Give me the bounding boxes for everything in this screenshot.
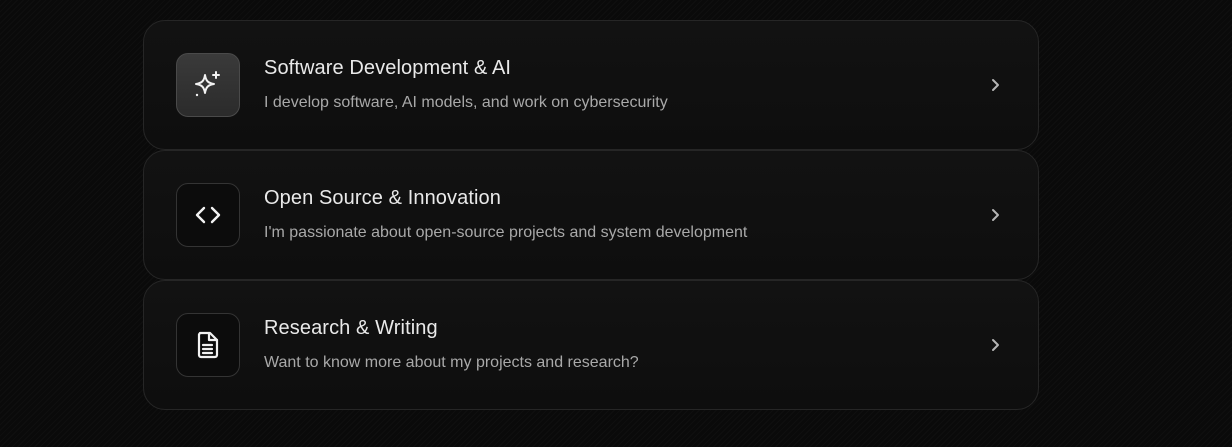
icon-box [176, 313, 240, 377]
chevron-right-icon [992, 209, 999, 221]
sparkles-icon [195, 71, 220, 97]
card-title: Software Development & AI [264, 57, 512, 79]
chevron-right-icon [992, 339, 999, 351]
card-open-source-innovation[interactable]: Open Source & Innovation I'm passionate … [143, 150, 1039, 280]
card-title: Research & Writing [264, 317, 438, 339]
icon-box [176, 183, 240, 247]
card-subtitle: Want to know more about my projects and … [264, 354, 639, 371]
document-icon [197, 331, 219, 359]
chevron-right-icon [992, 79, 999, 91]
card-subtitle: I'm passionate about open-source project… [264, 224, 748, 241]
card-subtitle: I develop software, AI models, and work … [264, 94, 668, 111]
icon-box [176, 53, 240, 117]
card-software-development-ai[interactable]: Software Development & AI I develop soft… [143, 20, 1039, 150]
card-research-writing[interactable]: Research & Writing Want to know more abo… [143, 280, 1039, 410]
code-icon [195, 206, 221, 224]
feature-card-list: Software Development & AI I develop soft… [143, 20, 1039, 410]
card-title: Open Source & Innovation [264, 187, 501, 209]
